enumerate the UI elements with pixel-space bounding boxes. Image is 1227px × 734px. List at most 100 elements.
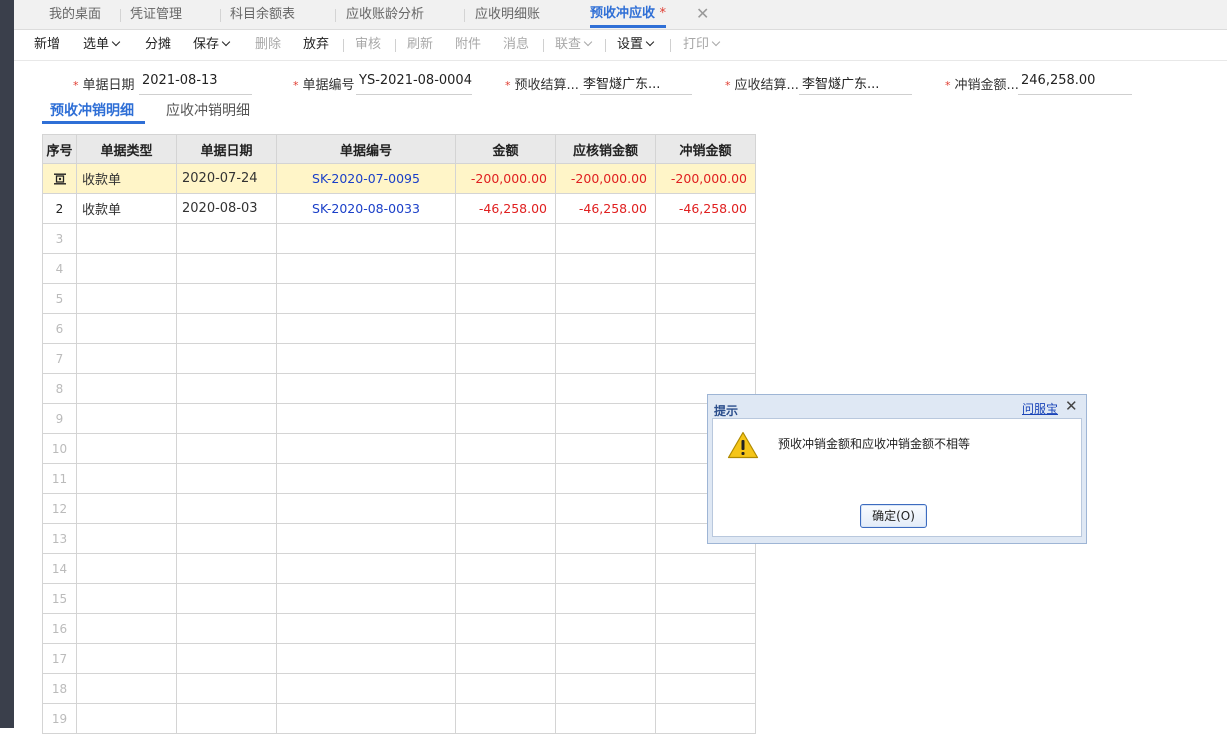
empty-cell[interactable] <box>276 583 456 614</box>
column-header-amount[interactable]: 金额 <box>455 134 556 164</box>
empty-cell[interactable] <box>76 463 177 494</box>
tab-my-desktop[interactable]: 我的桌面 <box>49 0 101 30</box>
tab-receivable-writeoff-detail[interactable]: 应收冲销明细 <box>166 100 250 124</box>
table-row[interactable]: 2 收款单 2020-08-03 SK-2020-08-0033 -46,258… <box>42 193 756 224</box>
message-button[interactable]: 消息 <box>503 30 529 60</box>
delete-button[interactable]: 删除 <box>255 30 281 60</box>
empty-cell[interactable] <box>76 313 177 344</box>
table-row[interactable]: 12 <box>42 493 756 524</box>
table-row[interactable]: 13 <box>42 523 756 554</box>
table-row[interactable]: 6 <box>42 313 756 344</box>
empty-cell[interactable] <box>455 643 556 674</box>
empty-cell[interactable] <box>76 613 177 644</box>
bill-no-link[interactable]: SK-2020-08-0033 <box>276 193 456 224</box>
empty-cell[interactable] <box>176 343 277 374</box>
empty-cell[interactable] <box>655 223 756 254</box>
table-row[interactable]: 14 <box>42 553 756 584</box>
empty-cell[interactable] <box>555 703 656 734</box>
empty-cell[interactable] <box>555 403 656 434</box>
empty-cell[interactable] <box>276 223 456 254</box>
empty-cell[interactable] <box>76 223 177 254</box>
empty-cell[interactable] <box>555 433 656 464</box>
help-link[interactable]: 问服宝 <box>1022 400 1058 417</box>
empty-cell[interactable] <box>455 313 556 344</box>
empty-cell[interactable] <box>76 373 177 404</box>
empty-cell[interactable] <box>176 583 277 614</box>
empty-cell[interactable] <box>276 643 456 674</box>
empty-cell[interactable] <box>455 373 556 404</box>
empty-cell[interactable] <box>176 703 277 734</box>
empty-cell[interactable] <box>555 283 656 314</box>
row-index-cell[interactable] <box>42 163 77 194</box>
empty-cell[interactable] <box>276 673 456 704</box>
empty-cell[interactable] <box>555 343 656 374</box>
empty-cell[interactable] <box>555 223 656 254</box>
empty-cell[interactable] <box>455 613 556 644</box>
empty-cell[interactable] <box>176 433 277 464</box>
empty-cell[interactable] <box>276 283 456 314</box>
table-row[interactable]: 15 <box>42 583 756 614</box>
empty-cell[interactable] <box>276 523 456 554</box>
empty-cell[interactable] <box>455 553 556 584</box>
bill-no-link[interactable]: SK-2020-07-0095 <box>276 163 456 194</box>
empty-cell[interactable] <box>276 553 456 584</box>
empty-cell[interactable] <box>76 343 177 374</box>
column-header-index[interactable]: 序号 <box>42 134 77 164</box>
empty-cell[interactable] <box>555 463 656 494</box>
empty-cell[interactable] <box>276 493 456 524</box>
empty-cell[interactable] <box>555 643 656 674</box>
tab-receivable-aging[interactable]: 应收账龄分析 <box>346 0 424 30</box>
empty-cell[interactable] <box>276 703 456 734</box>
table-row[interactable]: 11 <box>42 463 756 494</box>
tab-receivable-detail-ledger[interactable]: 应收明细账 <box>475 0 540 30</box>
table-row[interactable]: 16 <box>42 613 756 644</box>
new-button[interactable]: 新增 <box>34 30 60 60</box>
writeoff-amount-cell[interactable]: -46,258.00 <box>655 193 756 224</box>
empty-cell[interactable] <box>76 493 177 524</box>
tab-prepay-writeoff-detail[interactable]: 预收冲销明细 <box>42 100 145 124</box>
print-button[interactable]: 打印 <box>683 30 721 60</box>
empty-cell[interactable] <box>555 313 656 344</box>
empty-cell[interactable] <box>76 433 177 464</box>
empty-cell[interactable] <box>655 253 756 284</box>
ok-button[interactable]: 确定(O) <box>860 504 927 528</box>
empty-cell[interactable] <box>176 673 277 704</box>
empty-cell[interactable] <box>655 313 756 344</box>
close-icon[interactable]: ✕ <box>696 5 710 23</box>
empty-cell[interactable] <box>655 643 756 674</box>
empty-cell[interactable] <box>655 553 756 584</box>
empty-cell[interactable] <box>455 463 556 494</box>
empty-cell[interactable] <box>555 553 656 584</box>
empty-cell[interactable] <box>76 673 177 704</box>
amount-cell[interactable]: -200,000.00 <box>455 163 556 194</box>
empty-cell[interactable] <box>76 553 177 584</box>
empty-cell[interactable] <box>455 223 556 254</box>
table-row[interactable]: 17 <box>42 643 756 674</box>
empty-cell[interactable] <box>455 673 556 704</box>
settings-button[interactable]: 设置 <box>617 30 655 60</box>
empty-cell[interactable] <box>276 313 456 344</box>
empty-cell[interactable] <box>176 283 277 314</box>
empty-cell[interactable] <box>76 703 177 734</box>
close-icon[interactable]: ✕ <box>1065 397 1078 415</box>
empty-cell[interactable] <box>655 283 756 314</box>
allocate-button[interactable]: 分摊 <box>145 30 171 60</box>
table-row[interactable]: 10 <box>42 433 756 464</box>
attachment-button[interactable]: 附件 <box>455 30 481 60</box>
table-row[interactable]: 5 <box>42 283 756 314</box>
bill-no-input[interactable]: YS-2021-08-0004 <box>356 73 472 95</box>
table-row[interactable]: 19 <box>42 703 756 734</box>
empty-cell[interactable] <box>455 493 556 524</box>
empty-cell[interactable] <box>655 343 756 374</box>
empty-cell[interactable] <box>276 433 456 464</box>
empty-cell[interactable] <box>176 253 277 284</box>
table-row[interactable]: 8 <box>42 373 756 404</box>
empty-cell[interactable] <box>655 673 756 704</box>
due-writeoff-cell[interactable]: -46,258.00 <box>555 193 656 224</box>
empty-cell[interactable] <box>176 403 277 434</box>
empty-cell[interactable] <box>455 403 556 434</box>
empty-cell[interactable] <box>655 613 756 644</box>
empty-cell[interactable] <box>176 493 277 524</box>
receivable-settle-input[interactable]: 李智燧广东... <box>799 73 912 95</box>
column-header-writeoff-amount[interactable]: 冲销金额 <box>655 134 756 164</box>
